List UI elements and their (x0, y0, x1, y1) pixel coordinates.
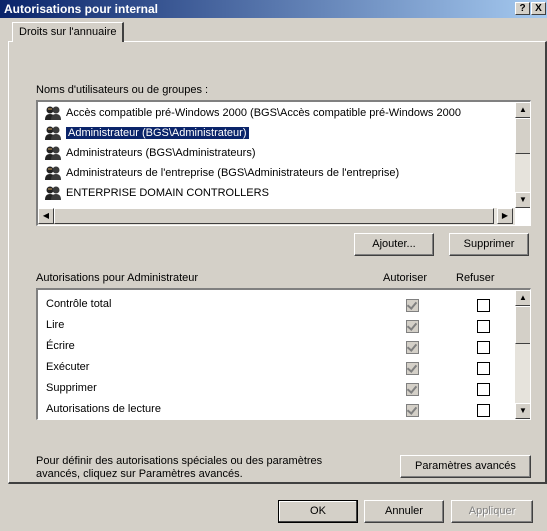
deny-checkbox[interactable] (477, 320, 490, 333)
tab-directory-rights[interactable]: Droits sur l'annuaire (12, 22, 125, 42)
user-group-icon (44, 105, 62, 121)
deny-checkbox[interactable] (477, 299, 490, 312)
user-group-icon (44, 125, 62, 141)
title-bar[interactable]: Autorisations pour internal ? X (0, 0, 547, 18)
help-button[interactable]: ? (515, 2, 530, 15)
allow-checkbox[interactable] (406, 341, 419, 354)
allow-checkbox[interactable] (406, 362, 419, 375)
list-item-label: Administrateur (BGS\Administrateur) (66, 127, 249, 139)
deny-checkbox[interactable] (477, 362, 490, 375)
users-label: Noms d'utilisateurs ou de groupes : (36, 84, 209, 96)
advanced-hint-line2: avancés, cliquez sur Paramètres avancés. (36, 468, 243, 480)
permission-name: Écrire (46, 340, 75, 352)
users-hscrollbar[interactable]: ◀ ▶ (38, 208, 515, 225)
allow-checkbox[interactable] (406, 404, 419, 417)
user-group-icon (44, 145, 62, 161)
permissions-dialog: Autorisations pour internal ? X Droits s… (0, 0, 547, 531)
scroll-up-arrow-icon[interactable]: ▲ (515, 290, 530, 306)
ok-button-label: OK (310, 505, 326, 517)
list-item[interactable]: Administrateurs de l'entreprise (BGS\Adm… (42, 164, 399, 182)
allow-checkbox[interactable] (406, 383, 419, 396)
permissions-label: Autorisations pour Administrateur (36, 272, 199, 284)
list-item[interactable]: Administrateurs (BGS\Administrateurs) (42, 144, 256, 162)
user-group-icon (44, 165, 62, 181)
scroll-down-arrow-icon[interactable]: ▼ (515, 403, 530, 419)
hscroll-thumb[interactable] (54, 208, 494, 224)
list-item-label: Administrateurs (BGS\Administrateurs) (66, 147, 256, 159)
allow-checkbox[interactable] (406, 299, 419, 312)
window-title: Autorisations pour internal (4, 2, 159, 16)
permission-name: Lire (46, 319, 65, 331)
scroll-thumb[interactable] (515, 118, 530, 154)
deny-checkbox[interactable] (477, 341, 490, 354)
users-listbox[interactable]: Accès compatible pré-Windows 2000 (BGS\A… (36, 100, 531, 226)
remove-button-label: Supprimer (463, 238, 515, 250)
advanced-button[interactable]: Paramètres avancés (400, 455, 531, 478)
permission-name: Contrôle total (46, 298, 112, 310)
permissions-listbox[interactable]: Contrôle total Lire Écrire Exécuter Supprime… (36, 288, 531, 420)
list-item[interactable]: Administrateur (BGS\Administrateur) (42, 124, 249, 142)
permission-name: Autorisations de lecture (46, 403, 161, 415)
allow-header: Autoriser (383, 272, 428, 284)
cancel-button-label: Annuler (385, 505, 423, 517)
scroll-thumb[interactable] (515, 306, 530, 344)
list-item[interactable]: ENTERPRISE DOMAIN CONTROLLERS (42, 184, 269, 202)
list-item[interactable]: Accès compatible pré-Windows 2000 (BGS\A… (42, 104, 461, 122)
apply-button-label: Appliquer (468, 505, 516, 517)
scroll-left-arrow-icon[interactable]: ◀ (38, 208, 54, 224)
list-item-label: ENTERPRISE DOMAIN CONTROLLERS (66, 187, 269, 199)
deny-header: Refuser (456, 272, 495, 284)
add-button[interactable]: Ajouter... (354, 233, 434, 256)
permission-name: Exécuter (46, 361, 90, 373)
list-item-label: Administrateurs de l'entreprise (BGS\Adm… (66, 167, 400, 179)
close-button[interactable]: X (531, 2, 546, 15)
scroll-right-arrow-icon[interactable]: ▶ (497, 208, 513, 224)
ok-button[interactable]: OK (278, 500, 358, 523)
add-button-label: Ajouter... (372, 238, 416, 250)
permission-name: Supprimer (46, 382, 97, 394)
user-group-icon (44, 185, 62, 201)
scroll-up-arrow-icon[interactable]: ▲ (515, 102, 530, 118)
permissions-vscrollbar[interactable]: ▲ ▼ (515, 290, 530, 419)
deny-checkbox[interactable] (477, 404, 490, 417)
list-item-label: Accès compatible pré-Windows 2000 (BGS\A… (66, 107, 461, 119)
advanced-button-label: Paramètres avancés (415, 460, 516, 472)
advanced-hint-line1: Pour définir des autorisations spéciales… (36, 455, 323, 467)
apply-button[interactable]: Appliquer (451, 500, 533, 523)
users-vscrollbar[interactable]: ▲ ▼ (515, 102, 530, 208)
deny-checkbox[interactable] (477, 383, 490, 396)
scroll-down-arrow-icon[interactable]: ▼ (515, 192, 530, 208)
cancel-button[interactable]: Annuler (364, 500, 444, 523)
remove-button[interactable]: Supprimer (449, 233, 529, 256)
allow-checkbox[interactable] (406, 320, 419, 333)
